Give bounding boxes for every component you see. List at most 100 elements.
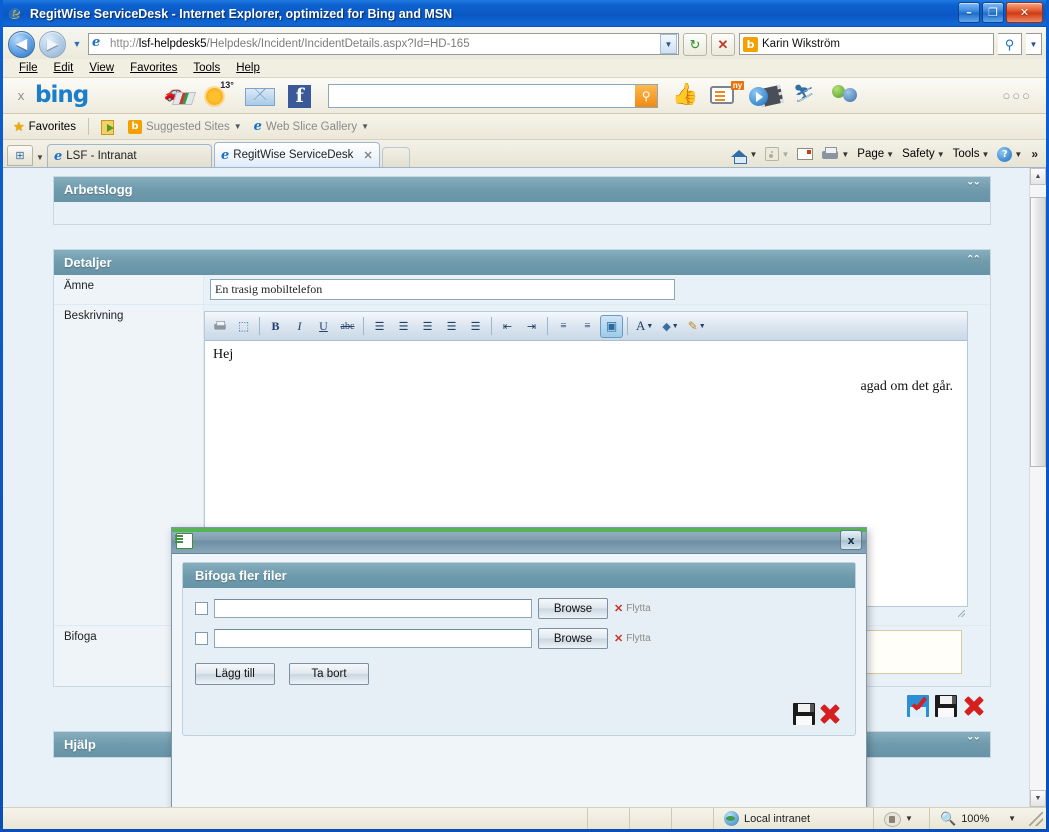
chevron-double-down-icon[interactable]: ˇˇ xyxy=(967,738,980,751)
align-left-icon[interactable]: ☰ xyxy=(368,315,391,338)
section-arbetslogg-header[interactable]: Arbetslogg ˇˇ xyxy=(54,177,990,202)
new-tab-button[interactable] xyxy=(381,147,410,167)
strikethrough-icon[interactable]: abc xyxy=(336,315,359,338)
page-menu-button[interactable]: Page ▼ xyxy=(854,144,897,164)
refresh-button[interactable]: ↻ xyxy=(683,32,707,56)
remove-file-link[interactable]: ✕ Flytta xyxy=(614,602,651,615)
scroll-down-button[interactable]: ▼ xyxy=(1030,790,1046,807)
subject-input[interactable] xyxy=(210,279,675,300)
file-row-checkbox[interactable] xyxy=(195,602,208,615)
save-icon[interactable] xyxy=(793,703,815,725)
browser-search-box[interactable]: b Karin Wikström xyxy=(739,33,994,55)
section-detaljer-header[interactable]: Detaljer ˆˆ xyxy=(54,250,990,275)
help-menu-button[interactable]: ? ▼ xyxy=(994,144,1025,164)
file-path-input[interactable] xyxy=(214,629,532,648)
remove-button[interactable]: Ta bort xyxy=(289,663,369,685)
browse-button[interactable]: Browse xyxy=(538,598,608,619)
insert-image-icon[interactable]: ▣ xyxy=(600,314,623,338)
mail-icon[interactable] xyxy=(240,79,280,113)
scroll-up-button[interactable]: ▲ xyxy=(1030,168,1046,185)
scrollbar-track[interactable] xyxy=(1030,185,1046,790)
security-zone[interactable]: Local intranet xyxy=(714,808,874,829)
remove-file-link[interactable]: ✕ Flytta xyxy=(614,632,651,645)
italic-icon[interactable]: I xyxy=(288,315,311,338)
menu-item-help[interactable]: Help xyxy=(228,59,268,78)
file-path-input[interactable] xyxy=(214,599,532,618)
safety-menu-button[interactable]: Safety ▼ xyxy=(899,144,948,164)
tools-menu-button[interactable]: Tools ▼ xyxy=(950,144,993,164)
zoom-control[interactable]: 🔍 100% ▼ xyxy=(930,812,1026,825)
select-all-icon[interactable]: ⬚ xyxy=(232,315,255,338)
command-bar-overflow-button[interactable]: » xyxy=(1027,147,1042,161)
facebook-icon[interactable]: f xyxy=(280,79,320,113)
messenger-icon[interactable]: ny xyxy=(706,79,746,113)
home-button[interactable]: ▼ xyxy=(728,144,761,164)
ordered-list-icon[interactable]: ≡ xyxy=(552,315,575,338)
menu-item-edit[interactable]: Edit xyxy=(46,59,82,78)
print-button[interactable]: ▼ xyxy=(818,144,852,164)
sports-icon[interactable]: ⛷ xyxy=(786,79,826,113)
format-painter-icon[interactable]: ✎ ▼ xyxy=(684,315,710,338)
favorites-button[interactable]: ★ Favorites xyxy=(9,117,80,137)
menu-item-file[interactable]: File xyxy=(11,59,46,78)
suggested-sites-button[interactable]: b Suggested Sites ▼ xyxy=(124,117,246,137)
url-bar[interactable]: e http://lsf-helpdesk5/Helpdesk/Incident… xyxy=(88,33,679,55)
underline-icon[interactable]: U xyxy=(312,315,335,338)
align-center-icon[interactable]: ☰ xyxy=(392,315,415,338)
tab-lsf-intranat[interactable]: e LSF - Intranat xyxy=(47,144,212,167)
tab-regitwise-servicedesk[interactable]: e RegitWise ServiceDesk ✕ xyxy=(214,142,380,167)
stop-button[interactable]: ✕ xyxy=(711,32,735,56)
people-icon[interactable] xyxy=(826,79,866,113)
bing-search-input[interactable]: ⚲ xyxy=(328,83,659,108)
save-and-close-icon[interactable] xyxy=(907,695,929,717)
maps-icon[interactable]: 🚗 xyxy=(160,79,200,113)
feeds-button[interactable]: ▼ xyxy=(762,144,792,164)
chevron-double-down-icon[interactable]: ˇˇ xyxy=(967,183,980,196)
unordered-list-icon[interactable]: ≡ xyxy=(576,315,599,338)
close-button[interactable]: ✕ xyxy=(1006,2,1043,23)
font-color-icon[interactable]: A ▼ xyxy=(632,315,657,338)
bing-logo[interactable]: bing xyxy=(35,84,89,107)
back-button[interactable]: ◀ xyxy=(8,30,35,58)
file-row-checkbox[interactable] xyxy=(195,632,208,645)
menu-item-favorites[interactable]: Favorites xyxy=(122,59,185,78)
menu-item-tools[interactable]: Tools xyxy=(185,59,228,78)
search-submit-button[interactable]: ⚲ xyxy=(998,33,1022,55)
remove-format-icon[interactable]: ☰ xyxy=(464,315,487,338)
tab-list-dropdown-button[interactable]: ▼ xyxy=(33,153,47,162)
align-justify-icon[interactable]: ☰ xyxy=(440,315,463,338)
bing-toolbar-close-button[interactable]: x xyxy=(9,88,33,103)
tab-close-button[interactable]: ✕ xyxy=(357,149,372,162)
add-button[interactable]: Lägg till xyxy=(195,663,275,685)
resize-grip[interactable] xyxy=(1029,811,1043,826)
quick-tabs-button[interactable]: ⊞ xyxy=(7,145,33,166)
fill-color-icon[interactable]: ◆ ▼ xyxy=(658,315,682,338)
maximize-button[interactable]: ❐ xyxy=(982,2,1004,23)
cancel-icon[interactable] xyxy=(963,695,985,717)
page-scrollbar[interactable]: ▲ ▼ xyxy=(1029,168,1046,807)
read-mail-button[interactable] xyxy=(794,144,816,164)
web-slice-gallery-button[interactable]: e Web Slice Gallery ▼ xyxy=(250,117,373,137)
align-right-icon[interactable]: ☰ xyxy=(416,315,439,338)
url-dropdown-button[interactable]: ▼ xyxy=(660,34,677,54)
add-to-favorites-bar-button[interactable] xyxy=(97,117,120,137)
search-provider-dropdown[interactable]: ▼ xyxy=(1026,33,1042,55)
video-icon[interactable] xyxy=(746,79,786,113)
bing-search-go-button[interactable]: ⚲ xyxy=(635,84,658,107)
history-dropdown-button[interactable]: ▼ xyxy=(70,39,84,49)
save-icon[interactable] xyxy=(935,695,957,717)
bold-icon[interactable]: B xyxy=(264,315,287,338)
forward-button[interactable]: ▶ xyxy=(39,30,66,58)
bing-toolbar-overflow-button[interactable]: ○○○ xyxy=(1002,88,1040,103)
outdent-icon[interactable]: ⇤ xyxy=(496,315,519,338)
scrollbar-thumb[interactable] xyxy=(1030,197,1046,467)
menu-item-view[interactable]: View xyxy=(81,59,122,78)
chevron-double-up-icon[interactable]: ˆˆ xyxy=(967,256,980,269)
browse-button[interactable]: Browse xyxy=(538,628,608,649)
minimize-button[interactable]: – xyxy=(958,2,980,23)
indent-icon[interactable]: ⇥ xyxy=(520,315,543,338)
cancel-icon[interactable] xyxy=(819,703,841,725)
protected-mode-indicator[interactable]: ▼ xyxy=(874,808,930,829)
like-icon[interactable]: 👍 xyxy=(666,79,706,113)
print-icon[interactable] xyxy=(208,315,231,338)
